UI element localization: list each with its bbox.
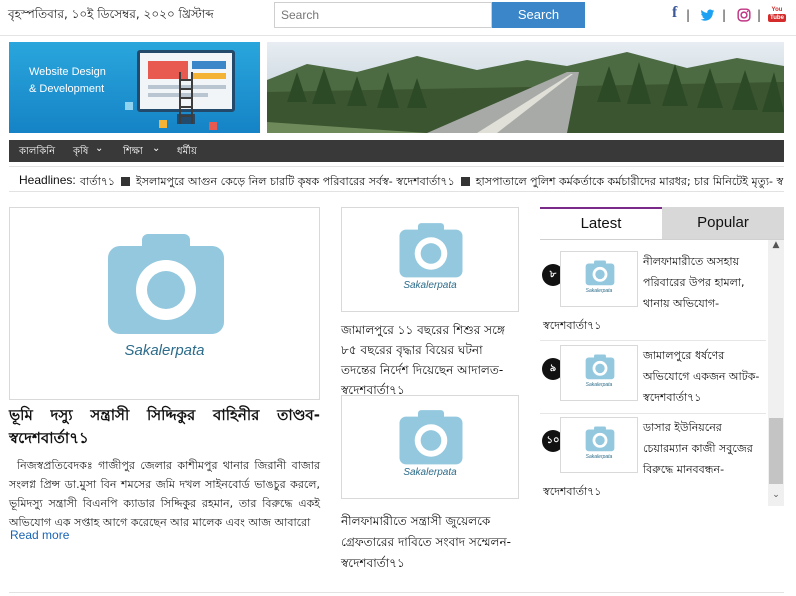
camera-icon [585,354,615,380]
sidebar-item-title[interactable]: জামালপুরে ধর্ষণের অভিযোগে একজন আটক- স্বদ… [643,345,767,408]
road-landscape-image [267,42,784,133]
main-article-title[interactable]: ভূমি দস্যু সন্ত্রাসী সিদ্দিকুর বাহিনীর ত… [9,404,320,450]
placeholder-label: Sakalerpata [585,454,613,460]
sidebar-item-title[interactable]: নীলফামারীতে অসহায় পরিবারের উপর হামলা, থ… [643,251,767,314]
placeholder-label: Sakalerpata [403,280,457,291]
ticker-item[interactable]: ইসলামপুরে আগুন কেড়ে নিল চারটি কৃষক পরিব… [136,175,455,188]
placeholder-label: Sakalerpata [585,288,613,294]
youtube-icon[interactable]: You Tube [768,7,786,24]
banner-text-line1: Website Design [29,66,106,78]
sidebar-item-title[interactable]: ডাসার ইউনিয়নের চেয়ারম্যান কাজী সবুজের … [643,417,767,480]
bullet-icon [460,177,470,186]
article-title[interactable]: নীলফামারীতে সন্ত্রাসী জুয়েলকে গ্রেফতারে… [341,511,519,574]
article-title[interactable]: জামালপুরে ১১ বছরের শিশুর সঙ্গে ৮৫ বছরের … [341,320,519,400]
ticker-track: বার্তা৭১ ইসলামপুরে আগুন কেড়ে নিল চারটি ক… [80,173,783,191]
divider [0,35,796,36]
sidebar-item-tail[interactable]: স্বদেশবার্তা৭১ [543,483,601,502]
headlines-ticker: Headlines: বার্তা৭১ ইসলামপুরে আগুন কেড়ে … [9,166,784,192]
facebook-icon[interactable]: f [672,4,677,22]
scroll-down-icon[interactable]: ⌄ [768,490,784,500]
camera-icon [399,410,463,465]
sidebar-scrollbar[interactable]: ▲ ⌄ [768,240,784,506]
ticker-item[interactable]: বার্তা৭১ [80,175,115,188]
divider: | [686,8,691,22]
tab-latest[interactable]: Latest [540,207,662,239]
divider [9,592,784,593]
ladder-illustration [179,72,193,124]
headlines-label: Headlines: [19,173,76,187]
chevron-down-icon[interactable]: ⌄ [152,143,160,154]
divider: | [757,8,762,22]
ticker-item[interactable]: হাসপাতালে পুলিশ কর্মকর্তাকে কর্মচারীদের … [476,175,783,188]
search-input[interactable]: Search [274,2,492,28]
road-landscape-banner[interactable] [267,42,784,133]
nav-item-dhormiyo[interactable]: ধর্মীয় [177,144,197,161]
scroll-up-icon[interactable]: ▲ [768,240,784,250]
current-date: বৃহস্পতিবার, ১০ই ডিসেম্বর, ২০২০ খ্রিস্টা… [8,7,214,21]
main-nav: কালকিনি কৃষি ⌄ শিক্ষা ⌄ ধর্মীয় [9,140,784,162]
nav-item-kalkini[interactable]: কালকিনি [19,144,55,161]
decor-cube [209,122,217,130]
item-thumbnail[interactable]: Sakalerpata [560,345,638,401]
instagram-icon[interactable] [737,8,751,22]
main-article-image[interactable]: Sakalerpata [9,207,320,400]
top-bar: বৃহস্পতিবার, ১০ই ডিসেম্বর, ২০২০ খ্রিস্টা… [0,0,796,32]
nav-item-krishi[interactable]: কৃষি [73,144,88,161]
search-button[interactable]: Search [492,2,585,28]
divider [540,413,766,414]
article-thumbnail[interactable]: Sakalerpata [341,207,519,312]
nav-item-shiksha[interactable]: শিক্ষা [123,144,143,161]
web-design-banner[interactable]: Website Design & Development [9,42,260,133]
sidebar-item-tail[interactable]: স্বদেশবার্তা৭১ [543,317,601,336]
placeholder-label: Sakalerpata [585,382,613,388]
read-more-link[interactable]: Read more [10,528,69,542]
divider [540,340,766,341]
twitter-icon[interactable] [700,9,715,22]
item-thumbnail[interactable]: Sakalerpata [560,251,638,307]
tab-popular[interactable]: Popular [662,207,784,239]
main-article-excerpt: নিজস্বপ্রতিবেদকঃ গাজীপুর জেলার কাশীমপুর … [9,459,320,529]
placeholder-label: Sakalerpata [124,342,205,359]
camera-icon [585,426,615,452]
article-thumbnail[interactable]: Sakalerpata [341,395,519,499]
camera-icon [399,223,463,278]
camera-icon [108,234,224,334]
banner-text-line2: & Development [29,83,105,95]
bullet-icon [121,177,131,186]
camera-icon [585,260,615,286]
scroll-thumb[interactable] [769,418,783,484]
decor-cube [159,120,167,128]
decor-cube [125,102,133,110]
divider: | [722,8,727,22]
placeholder-label: Sakalerpata [403,467,457,478]
item-thumbnail[interactable]: Sakalerpata [560,417,638,473]
divider [540,239,784,240]
chevron-down-icon[interactable]: ⌄ [95,143,103,154]
